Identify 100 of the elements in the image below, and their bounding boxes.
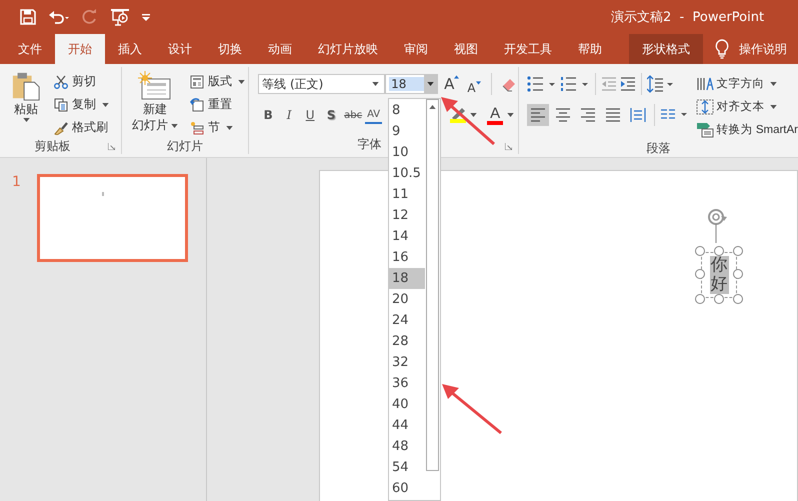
ribbon-tab[interactable]: 审阅 [391,34,441,64]
font-style-button[interactable]: S [321,104,342,126]
font-style-button[interactable]: B [258,104,278,126]
font-size-option[interactable]: 44 [389,415,425,436]
ribbon-button[interactable]: 格式刷 [52,117,111,138]
dialog-launcher-icon[interactable] [108,143,116,150]
customize-icon[interactable] [142,13,150,21]
ribbon-tab[interactable]: 设计 [155,34,205,64]
font-size-step-button[interactable]: A [442,75,462,93]
ribbon-button[interactable]: 版式 [188,71,248,92]
dialog-launcher-icon[interactable] [504,143,512,150]
numbering-icon[interactable] [560,76,590,92]
ribbon-tab[interactable]: 动画 [255,34,305,64]
ribbon-button[interactable]: 转换为 SmartAr [696,119,798,140]
resize-handle[interactable] [733,269,743,279]
font-size-option[interactable]: 14 [389,226,425,247]
font-size-option[interactable]: 28 [389,331,425,352]
undo-icon[interactable] [48,9,70,25]
ribbon-button[interactable]: 剪切 [52,71,111,92]
ribbon-tab[interactable]: 形状格式 [629,34,703,64]
tell-me-search[interactable]: 操作说明 [739,40,787,58]
triangle-icon [454,75,460,79]
ribbon-button[interactable]: 节 [188,117,248,138]
slide-number: 1 [12,174,21,192]
window-title: 演示文稿2 - PowerPoint [611,9,764,26]
caret-icon [171,124,178,128]
group-label: 字体 [356,136,383,153]
paste-button[interactable]: 粘贴 [6,69,46,138]
font-size-option[interactable]: 11 [389,184,425,205]
align-text-icon [696,98,714,114]
new-slide-icon [138,71,172,101]
annotation-arrow [441,383,503,435]
caret-icon [770,104,777,108]
font-size-option[interactable]: 40 [389,394,425,415]
ribbon-tab[interactable]: 插入 [105,34,155,64]
font-style-button[interactable]: U [300,104,320,126]
font-style-button[interactable]: AV [365,106,382,124]
lightbulb-icon[interactable] [715,39,729,59]
reset-icon [190,98,204,112]
increase-indent-icon[interactable] [620,76,636,92]
ribbon-tab[interactable]: 帮助 [565,34,615,64]
ribbon-button[interactable]: 对齐文本 [696,96,798,117]
font-size-option[interactable]: 54 [389,457,425,478]
rotate-handle-icon[interactable] [705,207,729,243]
scroll-bar[interactable] [426,99,439,471]
font-size-option[interactable]: 8 [389,100,425,121]
ribbon-button[interactable]: 文字方向 [696,73,798,94]
color-button[interactable]: A [484,106,516,124]
font-size-option[interactable]: 60 [389,478,425,499]
caret-icon [22,118,30,122]
ribbon-tab[interactable]: 开始 [55,34,105,64]
ribbon-button[interactable]: 复制 [52,94,111,115]
bullets-icon[interactable] [526,76,557,92]
presentation-icon[interactable] [110,8,130,26]
clipboard-icon [10,71,42,101]
save-icon[interactable] [20,9,36,25]
caret-icon [427,82,434,86]
ribbon-tab[interactable]: 视图 [441,34,491,64]
font-size-option[interactable]: 20 [389,289,425,310]
caret-icon [507,113,514,117]
font-size-step-button[interactable]: A [465,81,483,95]
ribbon-tab[interactable]: 文件 [5,34,55,64]
ribbon-tab[interactable]: 开发工具 [491,34,565,64]
font-size-option[interactable]: 32 [389,352,425,373]
ribbon-button[interactable]: 重置 [188,94,248,115]
resize-handle[interactable] [695,269,705,279]
layout-icon [190,74,204,88]
paintbrush-icon [54,120,68,134]
ribbon-tab[interactable]: 切换 [205,34,255,64]
text-box-text: 你好 [710,256,728,294]
dropdown-button[interactable] [424,75,438,93]
font-size-option[interactable]: 16 [389,247,425,268]
slide-thumbnail[interactable] [36,174,188,262]
new-slide-button[interactable]: 新建 幻灯片 [128,69,182,138]
font-size-option[interactable]: 36 [389,373,425,394]
ribbon-tab[interactable]: 幻灯片放映 [305,34,391,64]
scissors-icon [54,74,68,88]
triangle-icon [476,81,481,85]
font-size-option[interactable]: 18 [389,268,425,289]
caret-icon [102,102,109,106]
caret-icon [770,82,777,86]
font-size-option[interactable]: 24 [389,310,425,331]
font-size-option[interactable]: 48 [389,436,425,457]
font-style-button[interactable]: abc [342,104,364,126]
section-icon [190,120,204,134]
font-size-option[interactable]: 9 [389,121,425,142]
caret-icon [372,82,380,86]
align-button[interactable] [526,104,549,126]
smartart-icon [696,122,714,138]
font-name-field[interactable]: 等线 (正文) [258,74,386,94]
caret-icon [470,113,478,117]
text-direction-icon [696,76,714,92]
font-size-option[interactable]: 12 [389,205,425,226]
font-size-field[interactable]: 18 [385,74,438,94]
font-size-option[interactable]: 10 [389,142,425,163]
line-spacing-icon[interactable] [646,75,675,93]
group-label: 段落 [645,140,672,156]
group-label: 幻灯片 [166,138,204,154]
font-style-button[interactable]: I [279,104,300,126]
font-size-option[interactable]: 10.5 [389,163,425,184]
